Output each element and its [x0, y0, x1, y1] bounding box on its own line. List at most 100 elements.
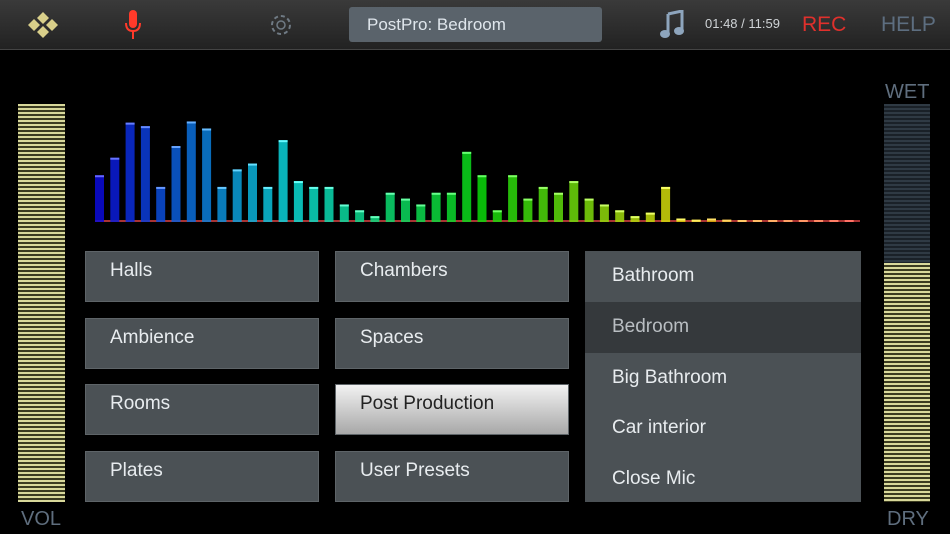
spectrum-peak	[416, 204, 426, 207]
spectrum-peak	[355, 210, 365, 213]
spectrum-bar	[523, 198, 533, 222]
spectrum-peak	[125, 122, 135, 125]
category-ambience[interactable]: Ambience	[85, 318, 319, 369]
playback-time: 01:48 / 11:59	[705, 16, 780, 31]
spectrum-peak	[293, 181, 303, 184]
spectrum-bar	[202, 128, 212, 222]
spectrum-peak	[798, 220, 808, 222]
microphone-icon[interactable]	[118, 0, 148, 50]
spectrum-peak	[370, 216, 380, 219]
spectrum-peak	[752, 220, 762, 222]
spectrum-peak	[446, 192, 456, 195]
rec-button[interactable]: REC	[802, 13, 846, 37]
preset-list[interactable]: Bathroom Bedroom Big Bathroom Car interi…	[585, 251, 861, 502]
spectrum-peak	[783, 220, 793, 222]
spectrum-peak	[768, 220, 778, 222]
spectrum-bar	[156, 186, 166, 222]
spectrum-bar	[110, 157, 120, 222]
category-rooms[interactable]: Rooms	[85, 384, 319, 435]
spectrum-peak	[737, 220, 747, 222]
spectrum-bar	[217, 186, 227, 222]
spectrum-peak	[156, 186, 166, 189]
spectrum-peak	[477, 175, 487, 178]
spectrum-bar	[232, 169, 242, 222]
preset-item-bedroom[interactable]: Bedroom	[585, 301, 861, 353]
spectrum-peak	[722, 219, 732, 222]
help-button[interactable]: HELP	[881, 13, 936, 37]
spectrum-peak	[462, 151, 472, 154]
spectrum-peak	[630, 216, 640, 219]
volume-slider[interactable]	[18, 104, 65, 502]
spectrum-peak	[431, 192, 441, 195]
spectrum-bar	[309, 186, 319, 222]
spectrum-bar	[324, 186, 334, 222]
app-logo-icon[interactable]	[20, 0, 65, 50]
dry-label: DRY	[887, 508, 929, 530]
spectrum-bar	[278, 140, 288, 222]
spectrum-peak	[217, 186, 227, 189]
spectrum-peak	[202, 128, 212, 131]
spectrum-bar	[263, 186, 273, 222]
spectrum-bar	[401, 198, 410, 222]
category-plates[interactable]: Plates	[85, 451, 319, 502]
spectrum-bar	[186, 121, 196, 222]
preset-name-display[interactable]: PostPro: Bedroom	[349, 7, 602, 42]
spectrum-bar	[462, 151, 472, 222]
spectrum-peak	[661, 186, 671, 189]
spectrum-bar	[125, 122, 135, 222]
spectrum-bar	[538, 186, 548, 222]
spectrum-bar	[554, 192, 563, 222]
spectrum-bar	[416, 204, 426, 222]
category-post-production[interactable]: Post Production	[335, 384, 569, 435]
spectrum-peak	[309, 186, 319, 189]
music-note-icon[interactable]	[656, 0, 688, 50]
preset-item-close-mic[interactable]: Close Mic	[585, 454, 861, 505]
spectrum-peak	[401, 198, 410, 201]
spectrum-peak	[707, 218, 716, 221]
spectrum-bar	[599, 204, 609, 222]
spectrum-bar	[248, 163, 257, 222]
spectrum-peak	[569, 181, 579, 184]
preset-item-big-bathroom[interactable]: Big Bathroom	[585, 353, 861, 404]
spectrum-peak	[385, 192, 395, 195]
preset-item-car-interior[interactable]: Car interior	[585, 403, 861, 454]
spectrum-peak	[599, 204, 609, 207]
spectrum-peak	[324, 186, 334, 189]
spectrum-bar	[446, 192, 456, 222]
spectrum-peak	[584, 198, 594, 201]
spectrum-peak	[248, 163, 257, 166]
spectrum-bar	[569, 181, 579, 222]
spectrum-peak	[676, 218, 686, 221]
spectrum-peak	[171, 146, 181, 149]
wet-dry-fill	[884, 263, 930, 502]
category-chambers[interactable]: Chambers	[335, 251, 569, 302]
spectrum-peak	[492, 210, 502, 213]
spectrum-bar	[171, 146, 181, 222]
spectrum-bar	[339, 204, 349, 222]
spectrum-peak	[278, 140, 288, 143]
spectrum-peak	[538, 186, 548, 189]
spectrum-visualizer	[95, 121, 860, 222]
settings-gear-icon[interactable]	[264, 0, 298, 50]
category-spaces[interactable]: Spaces	[335, 318, 569, 369]
spectrum-peak	[339, 204, 349, 207]
spectrum-peak	[186, 121, 196, 124]
spectrum-bar	[431, 192, 441, 222]
spectrum-peak	[844, 220, 854, 222]
vol-label: VOL	[21, 508, 62, 530]
top-bar: PostPro: Bedroom 01:48 / 11:59 REC HELP	[0, 0, 950, 50]
spectrum-bar	[584, 198, 594, 222]
category-user-presets[interactable]: User Presets	[335, 451, 569, 502]
spectrum-peak	[645, 212, 655, 215]
spectrum-peak	[95, 175, 104, 178]
spectrum-peak	[263, 186, 273, 189]
preset-item-bathroom[interactable]: Bathroom	[585, 251, 861, 302]
spectrum-peak	[554, 192, 563, 195]
spectrum-bar	[293, 181, 303, 222]
spectrum-peak	[829, 220, 839, 222]
spectrum-peak	[691, 219, 701, 222]
category-halls[interactable]: Halls	[85, 251, 319, 302]
spectrum-bar	[385, 192, 395, 222]
wet-label: WET	[885, 81, 930, 103]
spectrum-peak	[814, 220, 824, 222]
